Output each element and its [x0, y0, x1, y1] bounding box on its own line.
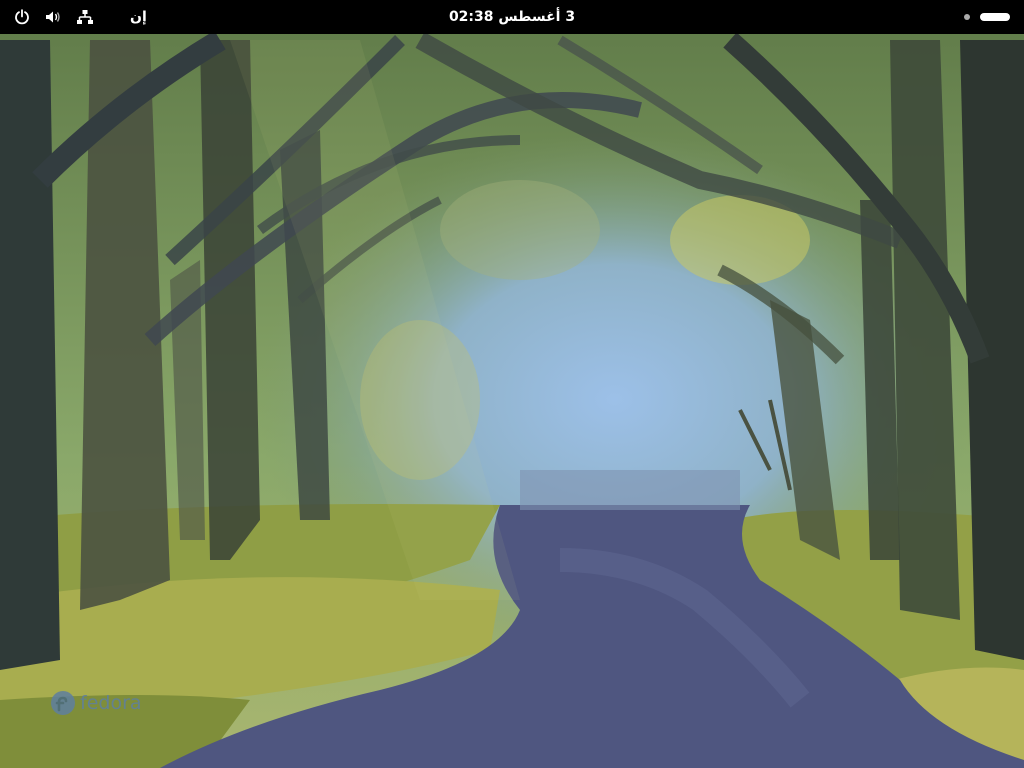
fedora-wordmark: fedora — [80, 692, 142, 714]
desktop-wallpaper — [0, 0, 1024, 768]
activities-button[interactable] — [964, 0, 1010, 34]
workspace-dot-icon — [964, 14, 970, 20]
active-workspace-indicator-icon — [980, 13, 1010, 21]
top-bar: إن 3 أغسطس 02:38 — [0, 0, 1024, 34]
date-time-clock[interactable]: 3 أغسطس 02:38 — [449, 9, 575, 25]
input-source-indicator[interactable]: إن — [130, 9, 147, 25]
desktop: إن 3 أغسطس 02:38 fedora — [0, 0, 1024, 768]
clock-container: 3 أغسطس 02:38 — [0, 0, 1024, 34]
system-status-area[interactable]: إن — [14, 0, 147, 34]
fedora-logo-icon — [51, 691, 75, 715]
fedora-watermark: fedora — [50, 690, 142, 716]
network-wired-icon[interactable] — [76, 9, 94, 25]
power-icon[interactable] — [14, 9, 30, 25]
volume-icon[interactable] — [44, 9, 62, 25]
